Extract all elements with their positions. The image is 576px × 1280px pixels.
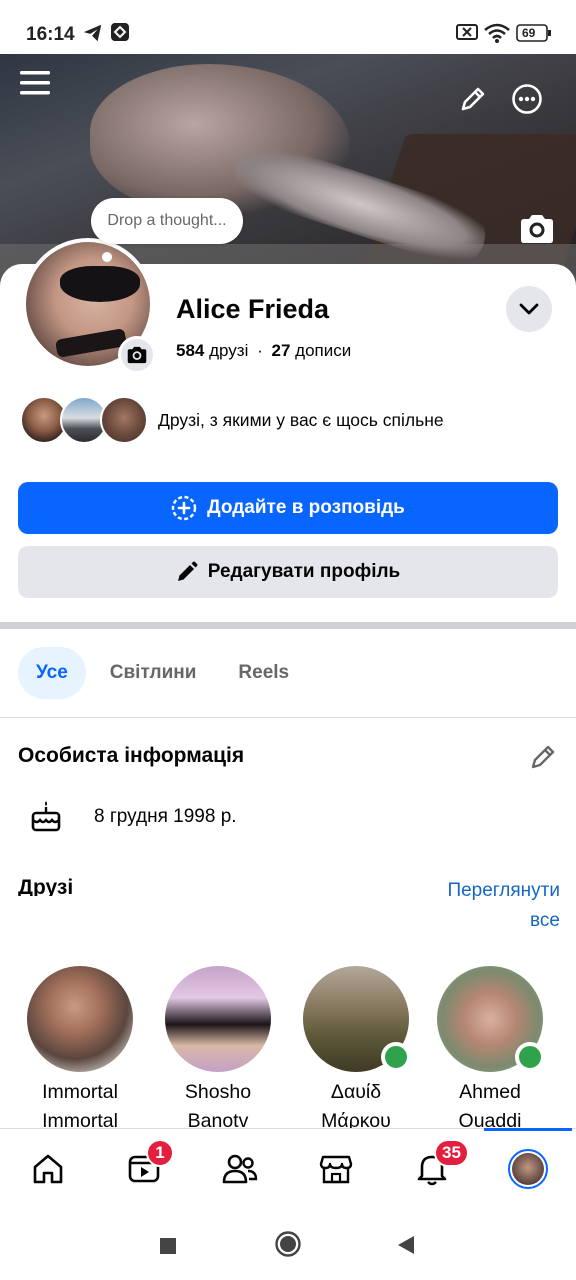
friend-avatar [27, 966, 133, 1072]
thought-bubble[interactable]: Drop a thought... [91, 198, 243, 244]
bottom-navigation [0, 1128, 576, 1212]
mutual-friend-avatar [100, 396, 148, 444]
sim-off-icon [456, 22, 478, 47]
back-button[interactable] [396, 1234, 416, 1261]
status-bar: 16:14 69 [0, 0, 576, 54]
online-indicator [381, 1042, 411, 1072]
friends-count[interactable]: 584 [176, 341, 204, 360]
mutual-friends-text[interactable]: Друзі, з якими у вас є щось спільне [158, 410, 444, 431]
birthday-text: 8 грудня 1998 р. [94, 806, 237, 827]
friend-avatar [165, 966, 271, 1072]
add-to-story-label: Додайте в розповідь [207, 497, 405, 518]
video-icon[interactable]: 1 [120, 1139, 174, 1193]
camera-icon[interactable] [518, 212, 556, 246]
tab-photos[interactable]: Світлини [92, 647, 215, 699]
tab-all[interactable]: Усе [18, 647, 86, 699]
personal-info-title: Особиста інформація [18, 744, 245, 767]
status-time: 16:14 [26, 24, 75, 45]
tab-reels[interactable]: Reels [220, 647, 307, 699]
edit-profile-label: Редагувати профіль [207, 561, 401, 582]
tabs-divider [0, 717, 576, 718]
battery-level: 69 [522, 26, 536, 40]
marketplace-icon[interactable] [312, 1145, 360, 1193]
menu-icon[interactable] [18, 66, 52, 100]
profile-name: Alice Frieda [176, 294, 330, 324]
more-icon[interactable] [511, 83, 543, 115]
chevron-down-button[interactable] [506, 286, 552, 332]
edit-profile-button[interactable]: Редагувати профіль [18, 546, 558, 598]
posts-label: дописи [295, 341, 352, 360]
profile-stats: 584 друзі · 27 дописи [176, 341, 351, 361]
mutual-friends-avatars[interactable] [20, 396, 148, 444]
friend-card[interactable]: Shosho Banotv [164, 966, 272, 1136]
friend-card[interactable]: Δαυίδ Μάρκου [302, 966, 411, 1136]
app-icon [110, 22, 130, 47]
friend-card[interactable]: Immortal Immortal [26, 966, 134, 1136]
notifications-icon[interactable]: 35 [408, 1139, 469, 1193]
friends-label[interactable]: друзі [209, 341, 248, 360]
wifi-icon [484, 22, 510, 49]
friend-avatar [303, 966, 411, 1072]
edit-info-pencil-icon[interactable] [528, 742, 558, 777]
video-badge: 1 [146, 1139, 174, 1167]
birthday-cake-icon [30, 799, 62, 838]
active-tab-indicator [484, 1128, 572, 1131]
stats-separator: · [257, 341, 263, 360]
notifications-badge: 35 [434, 1139, 469, 1167]
profile-avatar-tab[interactable] [504, 1145, 552, 1193]
pencil-icon [177, 561, 198, 581]
friend-card[interactable]: Ahmed Ouaddi [436, 966, 545, 1136]
posts-count: 27 [271, 341, 291, 360]
pencil-icon[interactable] [458, 84, 488, 114]
avatar-camera-icon[interactable] [118, 336, 156, 374]
friends-section-title: Друзі [18, 876, 74, 896]
see-all-friends-link[interactable]: Переглянути все [420, 876, 560, 936]
home-icon[interactable] [24, 1145, 72, 1193]
thought-bubble-tail [102, 252, 112, 262]
recents-button[interactable] [158, 1236, 178, 1261]
home-button[interactable] [274, 1230, 302, 1263]
add-circle-icon [171, 495, 197, 521]
profile-tabs: Усе Світлини Reels [18, 647, 313, 699]
friends-icon[interactable] [216, 1145, 264, 1193]
chevron-down-icon [519, 303, 539, 315]
telegram-icon [82, 22, 104, 49]
section-divider [0, 622, 576, 629]
add-to-story-button[interactable]: Додайте в розповідь [18, 482, 558, 534]
online-indicator [515, 1042, 545, 1072]
friend-avatar [437, 966, 545, 1072]
